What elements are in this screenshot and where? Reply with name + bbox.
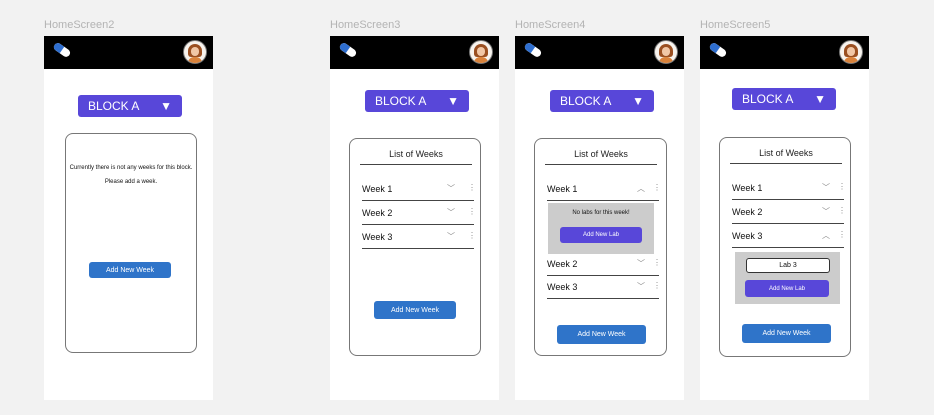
list-title: List of Weeks <box>574 149 628 159</box>
add-new-week-button[interactable]: Add New Week <box>557 325 646 344</box>
more-icon[interactable]: ⋮ <box>468 207 476 216</box>
week-row[interactable]: Week 3 ﹀ ⋮ <box>547 275 661 299</box>
add-new-lab-button[interactable]: Add New Lab <box>560 227 642 243</box>
weeks-card: List of Weeks Week 1 ﹀ ⋮ Week 2 ﹀ ⋮ Week… <box>719 137 851 357</box>
more-icon[interactable]: ⋮ <box>838 230 846 239</box>
week-expanded-panel: No labs for this week! Add New Lab <box>548 203 654 254</box>
title-underline <box>545 164 657 165</box>
week-row[interactable]: Week 1 ︿ ⋮ <box>547 177 661 201</box>
weeks-card: List of Weeks Week 1 ︿ ⋮ No labs for thi… <box>534 138 667 356</box>
avatar-icon[interactable] <box>183 40 207 64</box>
block-select-label: BLOCK A <box>88 99 140 113</box>
home-screen-4: BLOCK A ▼ List of Weeks Week 1 ︿ ⋮ No la… <box>515 36 684 400</box>
week-row[interactable]: Week 2 ﹀ ⋮ <box>362 201 476 225</box>
home-screen-5: BLOCK A ▼ List of Weeks Week 1 ﹀ ⋮ Week … <box>700 36 869 400</box>
title-underline <box>360 164 472 165</box>
frame-label: HomeScreen5 <box>700 19 771 31</box>
no-labs-message: No labs for this week! <box>572 210 630 216</box>
more-icon[interactable]: ⋮ <box>468 231 476 240</box>
add-new-week-button[interactable]: Add New Week <box>374 301 456 319</box>
frame-label: HomeScreen3 <box>330 19 401 31</box>
dropdown-arrow-icon: ▼ <box>160 99 172 113</box>
block-select-label: BLOCK A <box>560 94 612 108</box>
week-label: Week 3 <box>732 231 763 241</box>
week-label: Week 3 <box>547 282 578 292</box>
avatar-icon[interactable] <box>839 40 863 64</box>
more-icon[interactable]: ⋮ <box>468 183 476 192</box>
block-select-label: BLOCK A <box>375 94 427 108</box>
more-icon[interactable]: ⋮ <box>838 206 846 215</box>
add-new-week-button[interactable]: Add New Week <box>742 324 831 343</box>
week-row[interactable]: Week 2 ﹀ ⋮ <box>732 200 846 224</box>
title-underline <box>730 163 842 164</box>
chevron-down-icon[interactable]: ﹀ <box>637 281 645 292</box>
pill-icon[interactable] <box>338 41 358 59</box>
pill-icon[interactable] <box>52 41 72 59</box>
week-label: Week 1 <box>732 183 763 193</box>
week-row[interactable]: Week 1 ﹀ ⋮ <box>362 177 476 201</box>
more-icon[interactable]: ⋮ <box>653 183 661 192</box>
avatar-icon[interactable] <box>469 40 493 64</box>
home-screen-3: BLOCK A ▼ List of Weeks Week 1 ﹀ ⋮ Week … <box>330 36 499 400</box>
weeks-card: Currently there is not any weeks for thi… <box>65 133 197 353</box>
chevron-down-icon[interactable]: ﹀ <box>447 207 455 218</box>
week-label: Week 2 <box>362 208 393 218</box>
avatar-icon[interactable] <box>654 40 678 64</box>
week-row[interactable]: Week 3 ﹀ ⋮ <box>362 225 476 249</box>
week-row[interactable]: Week 1 ﹀ ⋮ <box>732 176 846 200</box>
home-screen-2: BLOCK A ▼ Currently there is not any wee… <box>44 36 213 400</box>
more-icon[interactable]: ⋮ <box>653 281 661 290</box>
add-new-week-button[interactable]: Add New Week <box>89 262 171 278</box>
dropdown-arrow-icon: ▼ <box>632 94 644 108</box>
chevron-down-icon[interactable]: ﹀ <box>822 182 830 193</box>
add-new-lab-button[interactable]: Add New Lab <box>745 280 829 297</box>
frame-label: HomeScreen4 <box>515 19 586 31</box>
list-title: List of Weeks <box>759 148 813 158</box>
block-select[interactable]: BLOCK A ▼ <box>365 90 469 112</box>
dropdown-arrow-icon: ▼ <box>447 94 459 108</box>
week-label: Week 3 <box>362 232 393 242</box>
week-expanded-panel: Lab 3 Add New Lab <box>735 252 840 304</box>
week-row[interactable]: Week 2 ﹀ ⋮ <box>547 252 661 276</box>
top-bar <box>515 36 684 69</box>
week-row[interactable]: Week 3 ︿ ⋮ <box>732 224 846 248</box>
block-select[interactable]: BLOCK A ▼ <box>550 90 654 112</box>
week-label: Week 1 <box>547 184 578 194</box>
chevron-down-icon[interactable]: ﹀ <box>822 206 830 217</box>
frame-label: HomeScreen2 <box>44 19 115 31</box>
more-icon[interactable]: ⋮ <box>653 258 661 267</box>
more-icon[interactable]: ⋮ <box>838 182 846 191</box>
lab-item[interactable]: Lab 3 <box>746 258 830 273</box>
top-bar <box>700 36 869 69</box>
list-title: List of Weeks <box>389 149 443 159</box>
pill-icon[interactable] <box>523 41 543 59</box>
dropdown-arrow-icon: ▼ <box>814 92 826 106</box>
week-label: Week 2 <box>547 259 578 269</box>
empty-hint: Please add a week. <box>104 179 158 185</box>
chevron-down-icon[interactable]: ﹀ <box>447 231 455 242</box>
block-select[interactable]: BLOCK A ▼ <box>78 95 182 117</box>
top-bar <box>330 36 499 69</box>
week-label: Week 1 <box>362 184 393 194</box>
chevron-down-icon[interactable]: ﹀ <box>637 258 645 269</box>
chevron-up-icon[interactable]: ︿ <box>822 230 830 241</box>
weeks-card: List of Weeks Week 1 ﹀ ⋮ Week 2 ﹀ ⋮ Week… <box>349 138 481 356</box>
chevron-down-icon[interactable]: ﹀ <box>447 183 455 194</box>
block-select-label: BLOCK A <box>742 92 794 106</box>
week-label: Week 2 <box>732 207 763 217</box>
block-select[interactable]: BLOCK A ▼ <box>732 88 836 110</box>
pill-icon[interactable] <box>708 41 728 59</box>
empty-message: Currently there is not any weeks for thi… <box>69 165 193 171</box>
chevron-up-icon[interactable]: ︿ <box>637 183 645 194</box>
top-bar <box>44 36 213 69</box>
